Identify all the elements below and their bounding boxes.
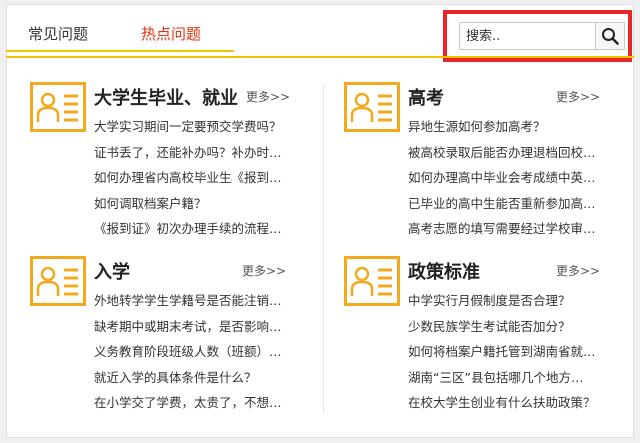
tab-bar: 常见问题 热点问题 bbox=[6, 18, 236, 52]
profile-card-icon bbox=[344, 82, 400, 132]
header-divider bbox=[6, 56, 634, 58]
question-link[interactable]: 中学实行月假制度是否合理？ bbox=[408, 288, 613, 314]
question-link[interactable]: 少数民族学生考试能否加分？ bbox=[408, 314, 613, 340]
section-title: 高考 bbox=[408, 88, 444, 109]
section-title: 入学 bbox=[94, 262, 130, 283]
question-link[interactable]: 证书丢了，还能补办吗？补办时… bbox=[94, 140, 299, 166]
question-list: 大学实习期间一定要预交学费吗？ 证书丢了，还能补办吗？补办时… 如何办理省内高校… bbox=[94, 114, 299, 242]
question-link[interactable]: 在校大学生创业有什么扶助政策？ bbox=[408, 390, 613, 416]
question-link[interactable]: 《报到证》初次办理手续的流程… bbox=[94, 216, 299, 242]
question-link[interactable]: 异地生源如何参加高考？ bbox=[408, 114, 613, 140]
search-icon bbox=[602, 28, 619, 45]
profile-card-icon bbox=[344, 256, 400, 306]
search-bar bbox=[459, 22, 625, 50]
question-link[interactable]: 义务教育阶段班级人数（班额）… bbox=[94, 339, 299, 365]
tab-common-questions[interactable]: 常见问题 bbox=[28, 18, 88, 50]
more-link[interactable]: 更多>> bbox=[556, 88, 600, 105]
profile-card-icon bbox=[30, 82, 86, 132]
section-title: 大学生毕业、就业 bbox=[94, 88, 238, 109]
search-button[interactable] bbox=[595, 23, 624, 49]
search-highlight-box bbox=[443, 10, 632, 62]
question-link[interactable]: 如何办理高中毕业会考成绩中英… bbox=[408, 165, 613, 191]
question-link[interactable]: 已毕业的高中生能否重新参加高… bbox=[408, 191, 613, 217]
question-link[interactable]: 被高校录取后能否办理退档回校… bbox=[408, 140, 613, 166]
question-link[interactable]: 就近入学的具体条件是什么？ bbox=[94, 365, 299, 391]
question-link[interactable]: 高考志愿的填写需要经过学校审… bbox=[408, 216, 613, 242]
question-list: 中学实行月假制度是否合理？ 少数民族学生考试能否加分？ 如何将档案户籍托管到湖南… bbox=[408, 288, 613, 416]
question-link[interactable]: 缺考期中或期末考试，是否影响… bbox=[94, 314, 299, 340]
tab-hot-questions[interactable]: 热点问题 bbox=[141, 18, 201, 50]
question-link[interactable]: 如何办理省内高校毕业生《报到… bbox=[94, 165, 299, 191]
question-list: 外地转学学生学籍号是否能注销… 缺考期中或期末考试，是否影响… 义务教育阶段班级… bbox=[94, 288, 299, 416]
tab-underline bbox=[6, 50, 234, 52]
more-link[interactable]: 更多>> bbox=[242, 262, 286, 279]
question-link[interactable]: 湖南“三区”县包括哪几个地方… bbox=[408, 365, 613, 391]
question-link[interactable]: 外地转学学生学籍号是否能注销… bbox=[94, 288, 299, 314]
more-link[interactable]: 更多>> bbox=[556, 262, 600, 279]
question-link[interactable]: 如何调取档案户籍？ bbox=[94, 191, 299, 217]
question-link[interactable]: 大学实习期间一定要预交学费吗？ bbox=[94, 114, 299, 140]
question-link[interactable]: 如何将档案户籍托管到湖南省就… bbox=[408, 339, 613, 365]
profile-card-icon bbox=[30, 256, 86, 306]
question-link[interactable]: 在小学交了学费，太贵了，不想… bbox=[94, 390, 299, 416]
question-list: 异地生源如何参加高考？ 被高校录取后能否办理退档回校… 如何办理高中毕业会考成绩… bbox=[408, 114, 613, 242]
more-link[interactable]: 更多>> bbox=[246, 88, 290, 105]
section-title: 政策标准 bbox=[408, 262, 480, 283]
column-divider bbox=[323, 84, 324, 414]
search-input[interactable] bbox=[460, 23, 602, 49]
